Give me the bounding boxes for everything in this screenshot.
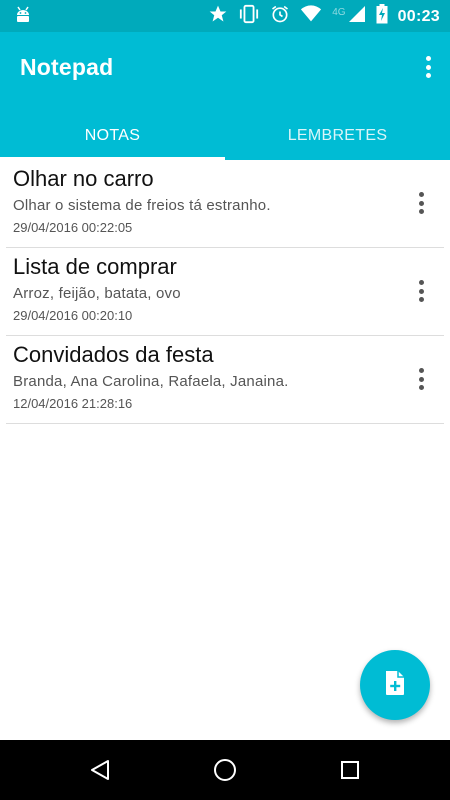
battery-charging-icon [376,4,388,29]
system-nav-bar [0,740,450,800]
tab-notas[interactable]: NOTAS [0,112,225,160]
note-title: Convidados da festa [13,342,214,367]
tab-bar: NOTAS LEMBRETES [0,112,450,160]
back-icon[interactable] [86,756,114,784]
clock: 00:23 [397,7,440,25]
list-item[interactable]: Lista de comprar Arroz, feijão, batata, … [6,248,444,336]
status-bar: 4G 00:23 [0,0,450,32]
star-icon [208,4,228,29]
add-note-button[interactable] [360,650,430,720]
wifi-icon [300,5,322,28]
list-item[interactable]: Convidados da festa Branda, Ana Carolina… [6,336,444,424]
tab-lembretes[interactable]: LEMBRETES [225,112,450,160]
recents-icon[interactable] [336,756,364,784]
alarm-icon [270,4,290,29]
android-icon [14,6,32,31]
note-date: 29/04/2016 00:22:05 [13,220,133,235]
notes-list: Olhar no carro Olhar o sistema de freios… [0,160,450,424]
more-vert-icon[interactable] [416,278,426,304]
more-vert-icon[interactable] [422,54,434,80]
more-vert-icon[interactable] [416,366,426,392]
app-bar: Notepad NOTAS LEMBRETES [0,32,450,160]
note-body: Olhar o sistema de freios tá estranho. [13,197,271,214]
vibrate-icon [238,4,260,29]
list-item[interactable]: Olhar no carro Olhar o sistema de freios… [6,160,444,248]
note-add-icon [384,670,406,701]
note-title: Lista de comprar [13,254,177,279]
app-title: Notepad [20,54,114,80]
note-body: Arroz, feijão, batata, ovo [13,285,181,302]
note-title: Olhar no carro [13,166,154,191]
more-vert-icon[interactable] [416,190,426,216]
signal-icon [348,5,366,28]
note-body: Branda, Ana Carolina, Rafaela, Janaina. [13,373,289,390]
note-date: 29/04/2016 00:20:10 [13,308,133,323]
network-type-label: 4G [332,7,346,18]
note-date: 12/04/2016 21:28:16 [13,396,133,411]
home-icon[interactable] [211,756,239,784]
